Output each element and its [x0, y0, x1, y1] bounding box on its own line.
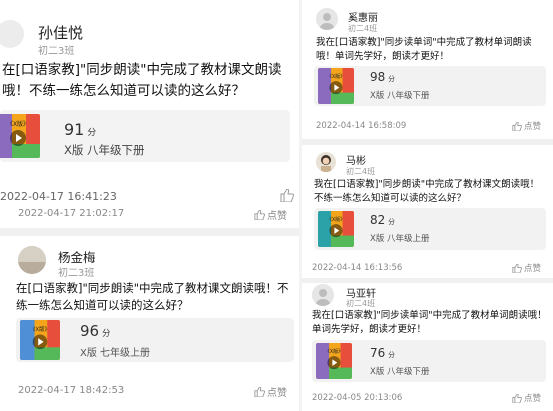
score-value: 91 分: [64, 120, 96, 139]
score-number: 76: [370, 346, 386, 360]
post-timestamp: 2022-04-17 18:42:53: [18, 385, 125, 396]
like-button[interactable]: 点赞: [254, 384, 287, 399]
post-timestamp: 2022-04-17 21:02:17: [18, 208, 125, 219]
book-name: X版 八年级下册: [64, 143, 145, 157]
post-message: 我在[口语家教]"同步读单词"中完成了教材单词朗读哦！单词先学好，朗读才更好！: [316, 37, 532, 62]
section-divider: [302, 278, 553, 283]
score-value: 76 分: [370, 346, 395, 360]
post-timestamp: 2022-04-05 20:13:06: [312, 393, 403, 403]
score-unit: 分: [87, 128, 97, 138]
student-class: 初二4班: [346, 167, 376, 176]
student-class: 初二3班: [58, 268, 95, 279]
score-value: 96 分: [80, 322, 110, 340]
avatar-image: [18, 246, 46, 274]
score-card[interactable]: 《X版》 91 分 X版 八年级下册: [0, 110, 290, 162]
like-label: 点赞: [524, 122, 542, 132]
textbook-cover-image: 《X版》: [316, 343, 352, 379]
section-divider: [302, 139, 553, 145]
score-number: 96: [80, 322, 100, 340]
textbook-cover-thumbnail: 《X版》: [316, 343, 352, 379]
post-message: 在[口语家教]"同步朗读"中完成了教材课文朗读哦！不练一练怎么知道可以读的这么好…: [16, 281, 289, 312]
textbook-cover-thumbnail: 《X版》: [318, 68, 354, 104]
thumbs-up-icon: [512, 263, 522, 273]
score-unit: 分: [388, 218, 395, 226]
thumbs-up-icon: [280, 189, 294, 202]
thumbs-up-icon: [512, 393, 522, 403]
thumbs-up-icon: [512, 121, 522, 131]
post-message: 在[口语家教]"同步朗读"中完成了教材课文朗读哦！不练一练怎么知道可以读的这么好…: [2, 62, 282, 99]
student-class: 初二3班: [38, 46, 75, 57]
avatar[interactable]: [316, 8, 338, 30]
post-timestamp: 2022-04-14 16:13:56: [312, 263, 403, 273]
textbook-cover-image: 《X版》: [318, 211, 354, 247]
textbook-cover-thumbnail: 《X版》: [318, 211, 354, 247]
like-button[interactable]: 点赞: [254, 207, 287, 222]
score-card[interactable]: 《X版》 98 分 X版 八年级下册: [314, 66, 546, 106]
book-name: X版 八年级上册: [370, 234, 430, 244]
user-silhouette-icon: [312, 284, 334, 306]
avatar-image: [316, 152, 336, 172]
textbook-cover-thumbnail: 《X版》: [20, 320, 60, 360]
like-label: 点赞: [524, 394, 542, 404]
avatar[interactable]: [18, 246, 46, 274]
score-number: 91: [64, 120, 85, 139]
like-label: 点赞: [267, 388, 287, 399]
like-button[interactable]: 点赞: [512, 392, 541, 404]
student-class: 初二4班: [346, 299, 376, 308]
thumb-label: 《X版》: [30, 325, 50, 333]
score-card[interactable]: 《X版》 82 分 X版 八年级上册: [314, 208, 546, 250]
student-class: 初二4班: [348, 24, 378, 33]
thumbs-up-icon: [254, 386, 265, 397]
textbook-cover-image: 《X版》: [318, 68, 354, 104]
left-feed-panel: 孙佳悦 初二3班 在[口语家教]"同步朗读"中完成了教材课文朗读哦！不练一练怎么…: [0, 0, 299, 411]
score-value: 98 分: [370, 70, 395, 84]
like-label: 点赞: [524, 264, 542, 274]
thumb-label: 《X版》: [325, 348, 343, 355]
student-name: 孙佳悦: [38, 24, 84, 42]
avatar[interactable]: [0, 20, 24, 48]
like-icon-button[interactable]: [280, 189, 296, 202]
score-number: 82: [370, 213, 386, 227]
score-unit: 分: [388, 351, 395, 359]
section-divider: [0, 228, 299, 236]
right-feed-panel: 奚惠丽 初二4班 我在[口语家教]"同步读单词"中完成了教材单词朗读哦！单词先学…: [302, 0, 553, 411]
post-timestamp: 2022-04-14 16:58:09: [316, 121, 407, 131]
like-button[interactable]: 点赞: [512, 120, 541, 132]
student-name: 马彬: [346, 156, 366, 167]
score-card[interactable]: 《X版》 96 分 X版 七年级上册: [16, 318, 294, 362]
avatar[interactable]: [316, 152, 336, 172]
book-name: X版 八年级下册: [370, 91, 430, 101]
avatar[interactable]: [312, 284, 334, 306]
textbook-cover-image: 《X版》: [20, 320, 60, 360]
panel-divider: [299, 0, 302, 411]
score-card[interactable]: 《X版》 76 分 X版 八年级下册: [312, 340, 546, 382]
score-value: 82 分: [370, 213, 395, 227]
score-unit: 分: [388, 75, 395, 83]
post-message: 我在[口语家教]"同步读单词"中完成了教材单词朗读哦！单词先学好，朗读才更好！: [312, 310, 547, 335]
first-timestamp: 2022-04-17 16:41:23: [0, 190, 117, 203]
score-unit: 分: [102, 328, 111, 338]
thumb-label: 《X版》: [7, 120, 29, 128]
textbook-cover-image: 《X版》: [0, 114, 40, 158]
like-button[interactable]: 点赞: [512, 262, 541, 274]
student-name: 奚惠丽: [348, 13, 378, 24]
user-silhouette-icon: [316, 8, 338, 30]
post-message: 我在[口语家教]"同步朗读"中完成了教材课文朗读哦！不练一练怎么知道可以读的这么…: [314, 179, 540, 204]
book-name: X版 七年级上册: [80, 348, 151, 359]
thumb-label: 《X版》: [327, 216, 345, 223]
like-label: 点赞: [267, 211, 287, 222]
thumb-label: 《X版》: [327, 73, 345, 80]
textbook-cover-thumbnail: 《X版》: [0, 114, 40, 158]
thumbs-up-icon: [254, 209, 265, 220]
book-name: X版 八年级下册: [370, 367, 430, 377]
score-number: 98: [370, 70, 386, 84]
